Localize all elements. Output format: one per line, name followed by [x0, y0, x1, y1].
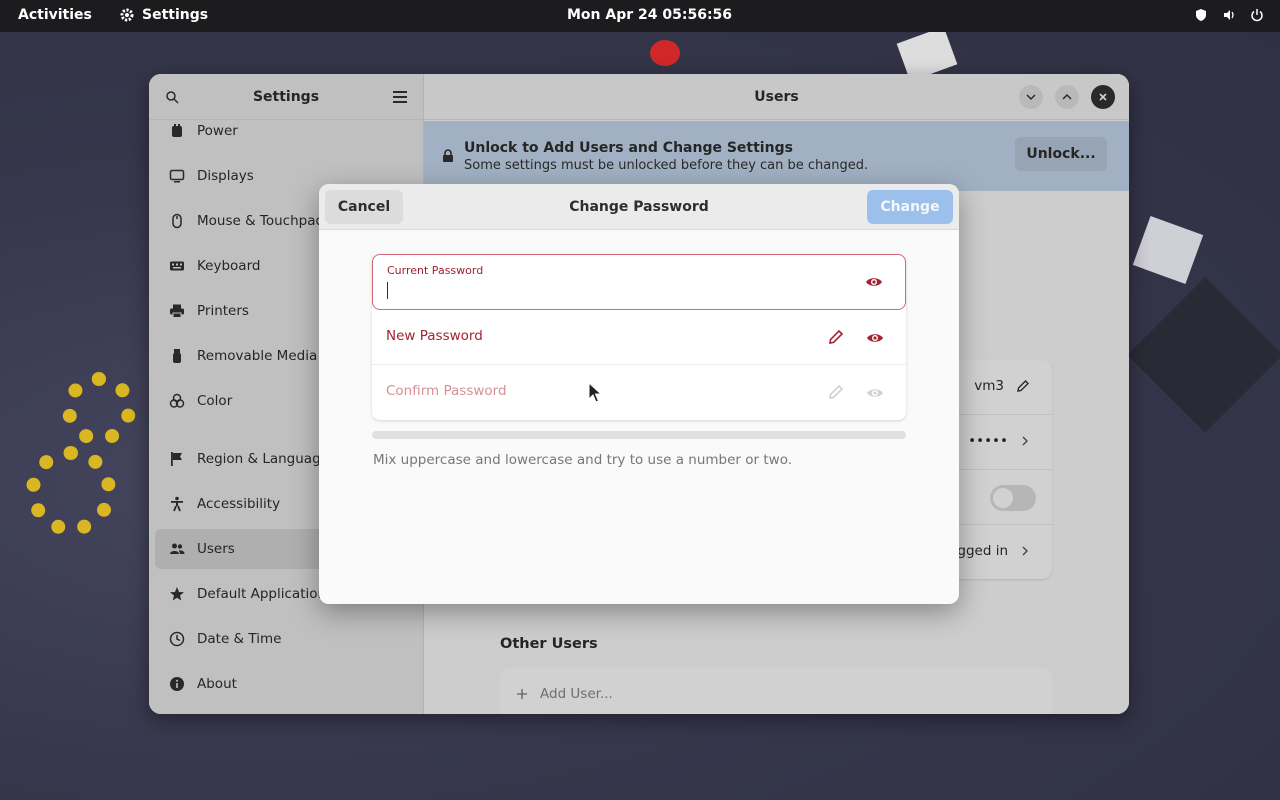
change-password-dialog: Cancel Change Password Change Current Pa… [319, 184, 959, 604]
mouse-pointer-icon [588, 382, 602, 403]
pencil-icon[interactable] [828, 384, 844, 400]
password-hint: Mix uppercase and lowercase and try to u… [373, 452, 793, 468]
confirm-password-field[interactable]: Confirm Password [372, 365, 906, 420]
power-icon [1251, 9, 1263, 22]
wallpaper-gear-decoration [26, 446, 116, 536]
top-bar: Activities Settings Mon Apr 24 05:56:56 [0, 0, 1280, 32]
wallpaper-magnifier-decoration [1132, 215, 1204, 285]
app-menu[interactable]: Settings [119, 7, 208, 23]
eye-icon[interactable] [865, 273, 883, 291]
activities-button[interactable]: Activities [18, 7, 92, 23]
app-menu-label: Settings [142, 7, 209, 23]
eye-icon[interactable] [866, 384, 884, 402]
text-caret [387, 282, 388, 299]
wallpaper-shadow-decoration [1127, 277, 1280, 433]
shield-icon [1196, 9, 1206, 21]
change-button[interactable]: Change [867, 190, 953, 224]
dialog-title: Change Password [569, 198, 709, 215]
current-password-label: Current Password [387, 264, 484, 277]
new-password-label: New Password [386, 328, 483, 344]
wallpaper-gear-decoration [62, 372, 136, 446]
new-password-field[interactable]: New Password [372, 310, 906, 365]
pencil-icon[interactable] [828, 329, 844, 345]
dialog-header: Cancel Change Password Change [319, 184, 959, 230]
password-fields: Current Password New Password Confirm Pa… [372, 254, 906, 420]
wallpaper-red-decoration [650, 40, 680, 66]
clock[interactable]: Mon Apr 24 05:56:56 [567, 7, 732, 23]
volume-icon [1224, 10, 1234, 20]
current-password-field[interactable]: Current Password [372, 254, 906, 310]
cancel-button[interactable]: Cancel [325, 190, 403, 224]
gear-icon [120, 8, 134, 22]
confirm-password-label: Confirm Password [386, 383, 507, 399]
password-strength-bar [372, 431, 906, 439]
system-tray[interactable] [1194, 8, 1264, 22]
eye-icon[interactable] [866, 329, 884, 347]
